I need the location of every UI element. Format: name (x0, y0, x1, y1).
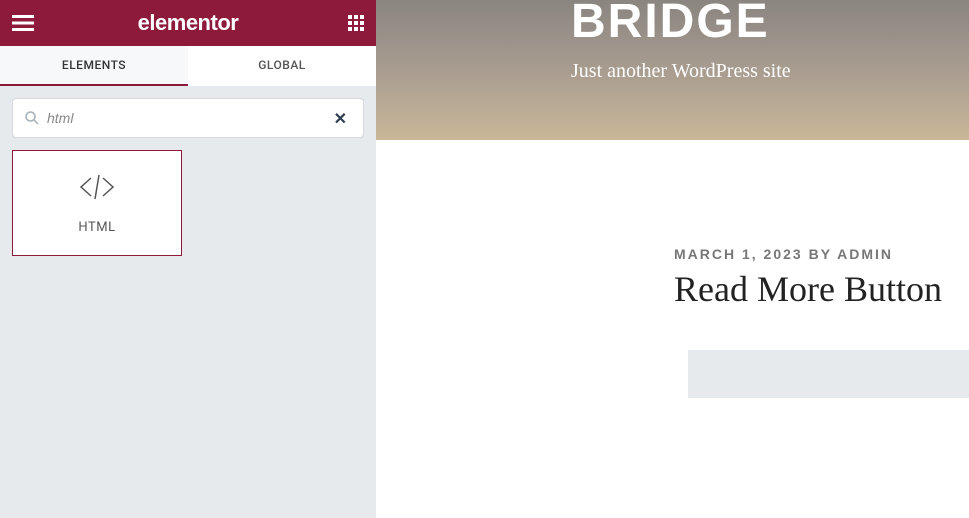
tab-global[interactable]: GLOBAL (188, 46, 376, 86)
widget-html[interactable]: HTML (12, 150, 182, 256)
post-content: MARCH 1, 2023 BY ADMIN Read More Button (376, 140, 969, 398)
code-icon (77, 172, 117, 206)
hero-section: BRIDGE Just another WordPress site (376, 0, 969, 140)
apps-grid-icon[interactable] (348, 15, 364, 31)
hamburger-icon[interactable] (12, 15, 34, 31)
widget-label: HTML (78, 220, 115, 235)
search-box: ✕ (12, 98, 364, 138)
widgets-area: HTML (0, 150, 376, 256)
preview-canvas: BRIDGE Just another WordPress site MARCH… (376, 0, 969, 518)
widget-dropzone[interactable] (688, 350, 969, 398)
site-tagline: Just another WordPress site (571, 60, 969, 83)
sidebar-tabs: ELEMENTS GLOBAL (0, 46, 376, 86)
post-meta: MARCH 1, 2023 BY ADMIN (674, 246, 969, 262)
elementor-sidebar: elementor ELEMENTS GLOBAL ✕ HTML ‹ (0, 0, 376, 518)
search-input[interactable] (47, 110, 330, 126)
sidebar-header: elementor (0, 0, 376, 46)
clear-search-icon[interactable]: ✕ (330, 109, 351, 128)
post-title: Read More Button (674, 268, 969, 310)
search-icon (25, 111, 39, 125)
site-title: BRIDGE (571, 0, 969, 46)
tab-elements[interactable]: ELEMENTS (0, 46, 188, 86)
search-wrap: ✕ (0, 86, 376, 150)
brand-logo: elementor (138, 10, 239, 36)
